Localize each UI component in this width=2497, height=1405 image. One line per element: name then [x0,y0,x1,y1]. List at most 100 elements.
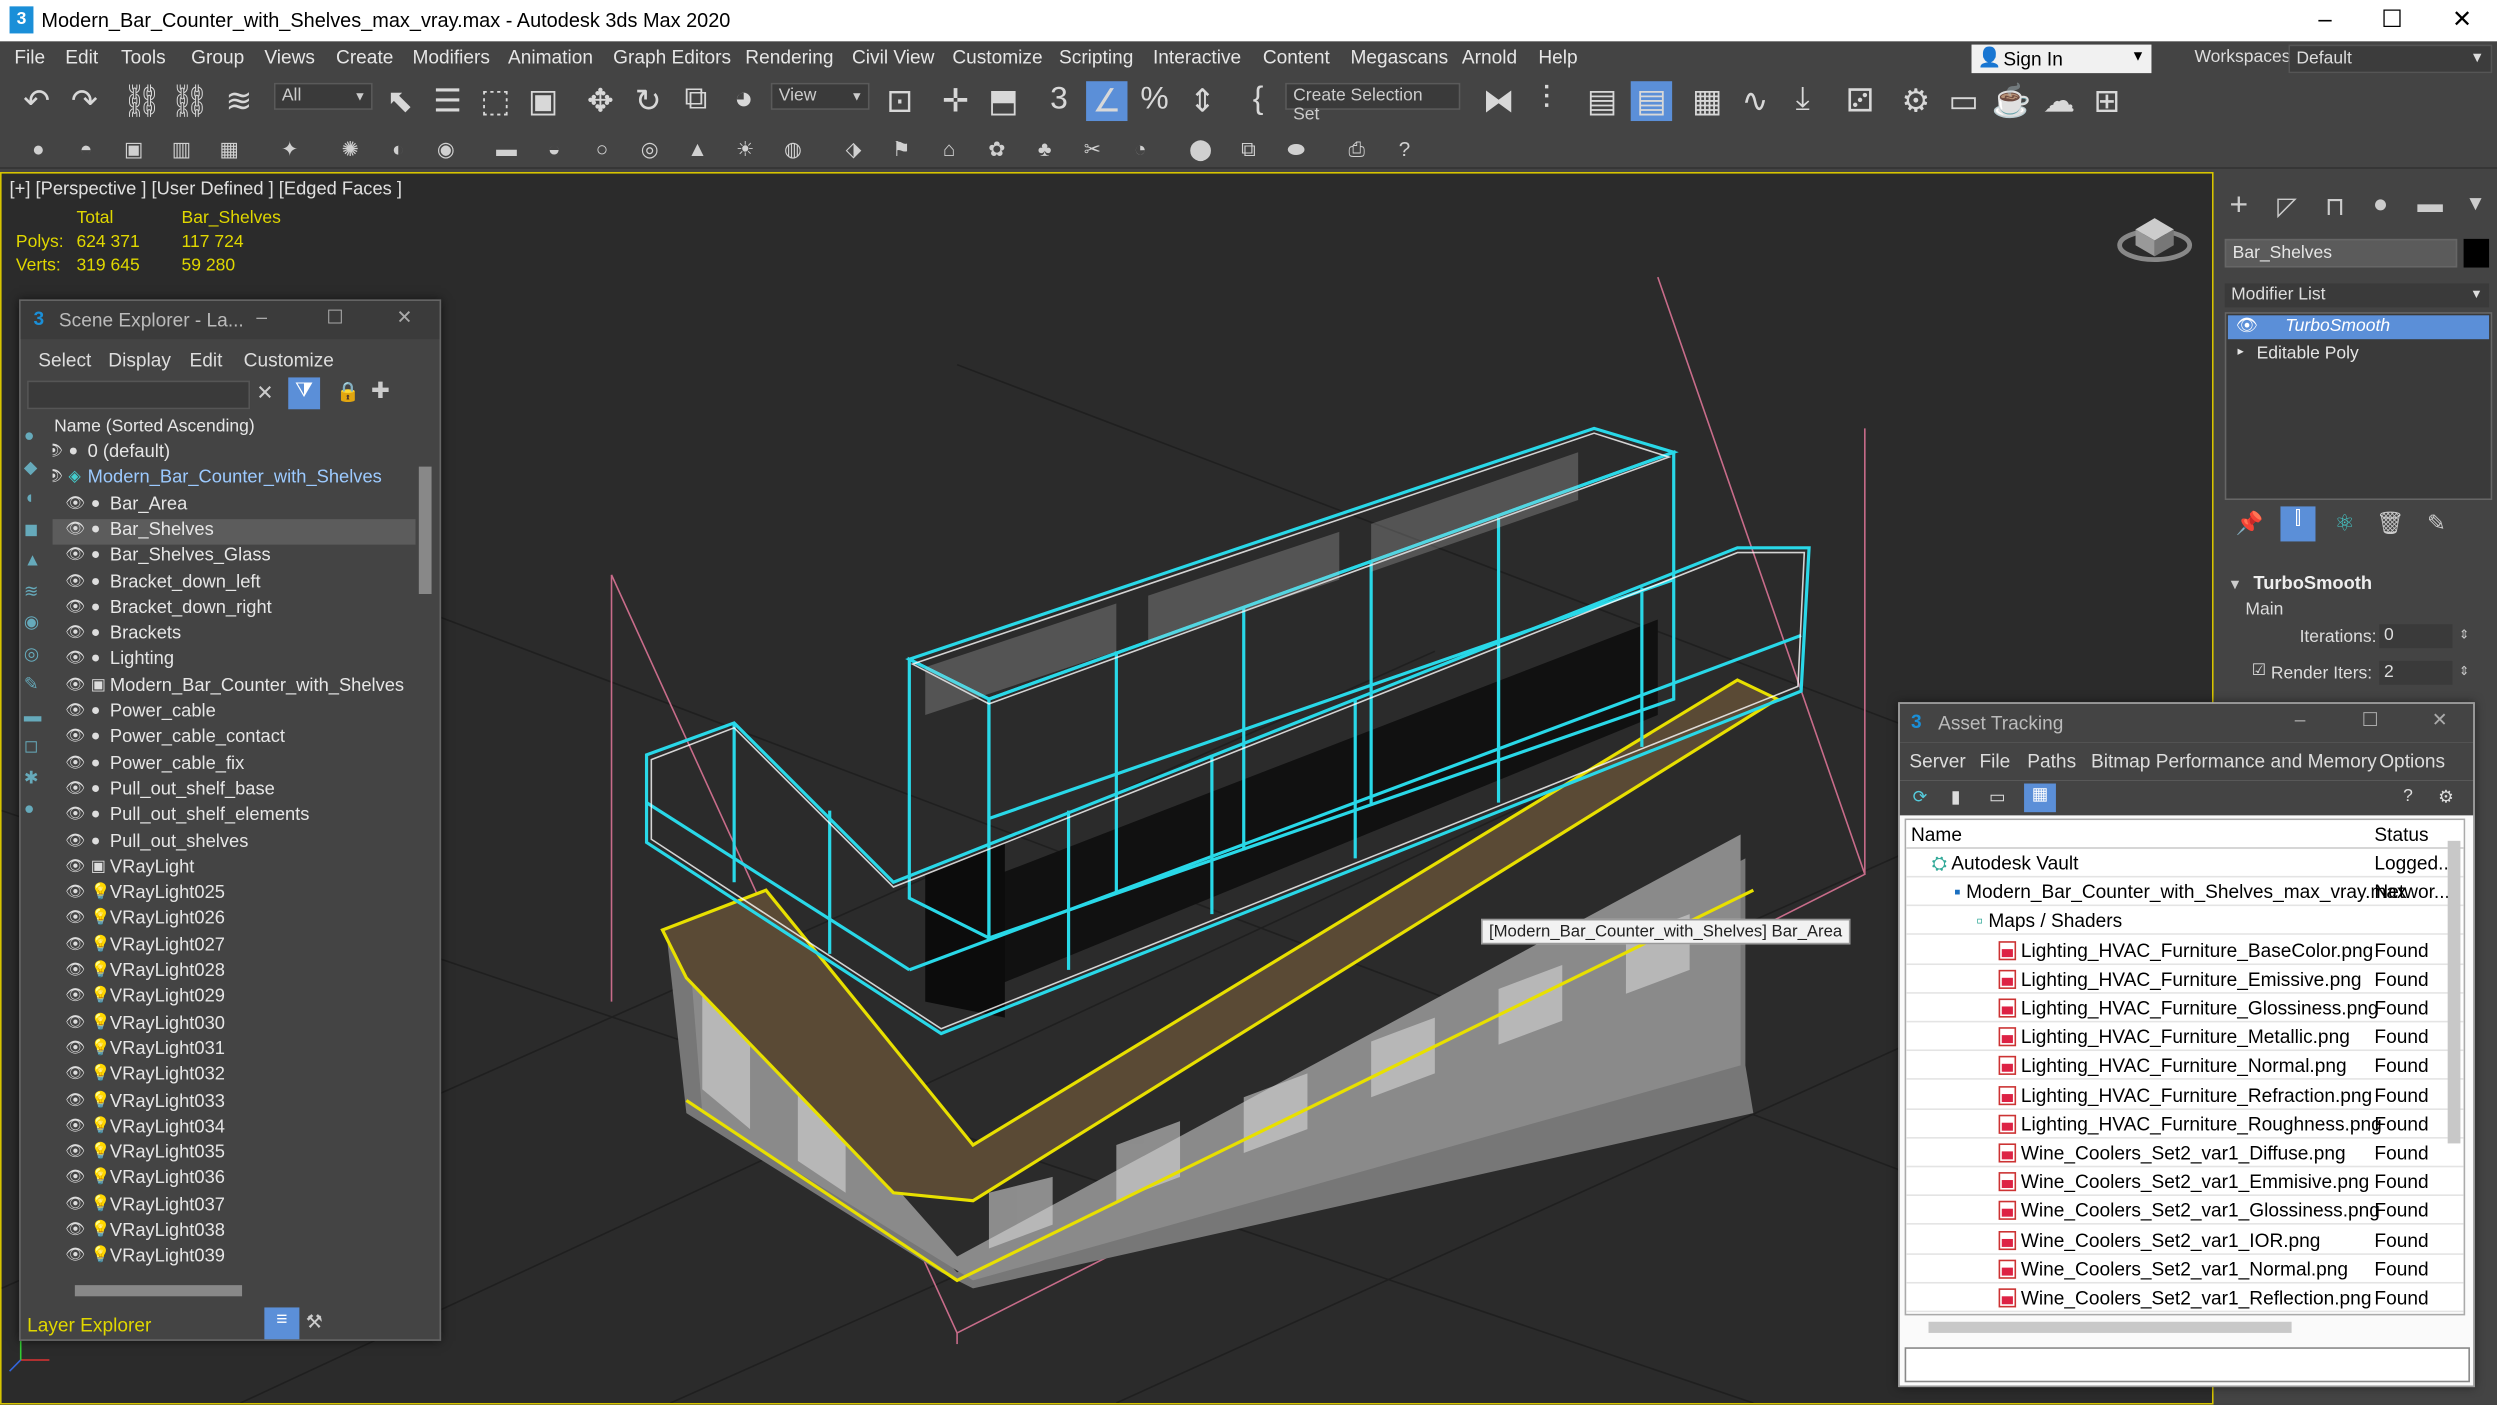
selection-filter-dropdown[interactable]: All ▼ [273,82,373,110]
asset-row[interactable]: Wine_Coolers_Set2_var1_Glossiness.png Fou… [1906,1197,2464,1226]
render-setup-icon[interactable]: ⚙ [1895,81,1936,121]
scene-tree-item[interactable]: 👁 💡 VRayLight034 [53,1116,416,1141]
menu-interactive[interactable]: Interactive [1153,46,1241,68]
vray-fur-icon[interactable]: ⚑ [885,137,917,162]
reference-coordinate-dropdown[interactable]: View ▼ [770,82,870,110]
vray-ies-icon[interactable]: ◉ [430,137,462,162]
make-unique-icon[interactable]: ⚛ [2335,510,2355,537]
scene-tree-item[interactable]: 👁 ● Bar_Shelves_Glass [53,545,416,570]
vray-scene-converter-icon[interactable]: ⬬ [1280,137,1312,162]
render-production-icon[interactable]: ☕ [1991,81,2032,121]
layer-toggle-icon[interactable]: ≡ [264,1307,300,1340]
asset-tracking-titlebar[interactable]: 3 Asset Tracking – ☐ ✕ [1899,703,2474,743]
se-menu-edit[interactable]: Edit [190,349,223,371]
search-input[interactable] [27,380,251,410]
asset-row[interactable]: Lighting_HVAC_Furniture_Metallic.png Foun… [1906,1023,2464,1052]
minimize-icon[interactable]: – [2312,7,2337,33]
scene-tree-item[interactable]: ▼👁◈Modern_Bar_Counter_with_Shelves [53,467,416,492]
expand-arrow-icon[interactable]: ▸ [2237,344,2243,358]
close-icon[interactable]: ✕ [2432,709,2448,731]
object-color-swatch[interactable] [2463,238,2490,268]
link-icon[interactable]: ⛓ [121,81,162,121]
clear-search-icon[interactable]: ✕ [256,381,273,406]
visibility-eye-icon[interactable]: 👁 [65,728,85,746]
vray-material-icon[interactable]: ⬤ [1185,137,1217,162]
vray-render-icon[interactable]: ◓ [70,137,102,161]
scene-tree-item[interactable]: 👁 💡 VRayLight029 [53,986,416,1011]
menu-group[interactable]: Group [191,46,244,68]
visibility-eye-icon[interactable]: 👁 [65,1195,85,1213]
bind-space-warp-icon[interactable]: ≋ [218,81,259,121]
remove-modifier-icon[interactable]: 🗑 [2376,510,2404,537]
scene-tree-item[interactable]: 👁 💡 VRayLight031 [53,1038,416,1063]
visibility-eye-icon[interactable]: 👁 [65,702,85,720]
asset-row[interactable]: ⛭ Autodesk Vault Logged... [1906,849,2464,878]
visibility-eye-icon[interactable]: 👁 [53,469,64,487]
redo-icon[interactable]: ↷ [64,81,105,121]
scene-tree-item[interactable]: 👁 ● Lighting [53,649,416,674]
scene-tree-item[interactable]: 👁 💡 VRayLight026 [53,908,416,933]
iterations-spinner[interactable]: 0 [2379,624,2453,649]
mirror-icon[interactable]: ⧓ [1478,81,1519,121]
select-by-name-icon[interactable]: ☰ [427,81,468,121]
menu-scripting[interactable]: Scripting [1059,46,1133,68]
asset-row[interactable]: Lighting_HVAC_Furniture_Normal.png Found [1906,1052,2464,1081]
col-header-name[interactable]: Name [1911,823,1962,845]
modifier-list-dropdown[interactable]: Modifier List ▼ [2224,283,2490,308]
visibility-eye-icon[interactable]: 👁 [65,650,85,668]
visibility-eye-icon[interactable]: 👁 [65,676,85,694]
vray-clipper-icon[interactable]: ✿ [981,137,1013,162]
asset-row[interactable]: Wine_Coolers_Set2_var1_Reflection.png Fou… [1906,1284,2464,1313]
scene-tree-item[interactable]: 👁 💡 VRayLight036 [53,1168,416,1193]
toggle-layer-explorer-icon[interactable]: ▤ [1630,81,1673,122]
settings-icon[interactable]: ⚙ [2438,787,2454,807]
collapse-arrow-icon[interactable]: ▼ [2228,576,2242,592]
scene-tree-item[interactable]: 👁 💡 VRayLight030 [53,1012,416,1037]
visibility-eye-icon[interactable]: 👁 [65,936,85,954]
vray-dome-icon[interactable]: ◐ [382,137,414,161]
layer-options-icon[interactable]: ⚒ [306,1311,323,1333]
vray-dome-light-icon[interactable]: ◒ [538,137,570,161]
visibility-eye-icon[interactable]: 👁 [65,1092,85,1110]
select-object-icon[interactable]: ⬉ [379,81,420,121]
asset-table-scrollbar[interactable] [2447,840,2461,1144]
rollout-title[interactable]: TurboSmooth [2253,575,2372,594]
material-editor-icon[interactable]: ⚂ [1839,81,1880,121]
motion-tab-icon[interactable]: ● [2373,191,2388,220]
filter-type-icons[interactable]: ● ◆ ◖ ◼ ▲ ≋ ◉ ◎ ✎ ▬ ◻ ✱ ● [24,422,42,826]
utilities-tab-icon[interactable]: ▼ [2465,191,2486,215]
rotate-icon[interactable]: ↻ [627,81,668,121]
undo-icon[interactable]: ↶ [16,81,57,121]
scene-tree-item[interactable]: 👁 💡 VRayLight035 [53,1142,416,1167]
vray-enmesh-icon[interactable]: ◔ [1124,137,1156,161]
scene-tree-item[interactable]: 👁 💡 VRayLight038 [53,1220,416,1245]
eye-icon[interactable]: 👁 [2236,315,2258,336]
se-menu-display[interactable]: Display [108,349,171,371]
pin-stack-icon[interactable]: 📌 [2236,510,2264,537]
scene-tree-item[interactable]: 👁 ▣ Modern_Bar_Counter_with_Shelves [53,675,416,700]
vray-sun-light-icon[interactable]: ☀ [729,137,761,162]
scene-tree-item[interactable]: 👁● 0 (default) [53,441,416,466]
vray-frame-buffer-icon[interactable]: ▣ [118,137,150,162]
at-menu-options[interactable]: Options [2379,750,2445,772]
scene-tree-item[interactable]: 👁 ● Bracket_down_right [53,597,416,622]
toggle-scene-explorer-icon[interactable]: ▤ [1581,81,1622,121]
se-menu-customize[interactable]: Customize [244,349,334,371]
move-icon[interactable]: ✥ [580,81,621,121]
visibility-eye-icon[interactable]: 👁 [65,1247,85,1265]
create-tab-icon[interactable]: + [2230,188,2249,225]
vray-plane-object-icon[interactable]: ⌂ [933,137,965,161]
menu-modifiers[interactable]: Modifiers [412,46,490,68]
show-end-result-icon[interactable]: ⫿ [2280,506,2316,542]
se-menu-select[interactable]: Select [38,349,91,371]
visibility-eye-icon[interactable]: 👁 [65,1118,85,1136]
asset-row[interactable]: Wine_Coolers_Set2_var1_Diffuse.png Found [1906,1139,2464,1168]
scene-tree-item[interactable]: 👁 ● Pull_out_shelves [53,830,416,855]
spinner-arrows-icon[interactable]: ⇕ [2459,664,2470,678]
modify-tab-icon[interactable]: ◸ [2277,191,2297,223]
add-layer-icon[interactable]: ✚ [371,377,390,404]
schematic-view-icon[interactable]: ⤓ [1782,81,1823,118]
scene-tree-item[interactable]: 👁 ● Pull_out_shelf_elements [53,805,416,830]
visibility-eye-icon[interactable]: 👁 [65,832,85,850]
close-icon[interactable]: ✕ [2449,7,2474,33]
